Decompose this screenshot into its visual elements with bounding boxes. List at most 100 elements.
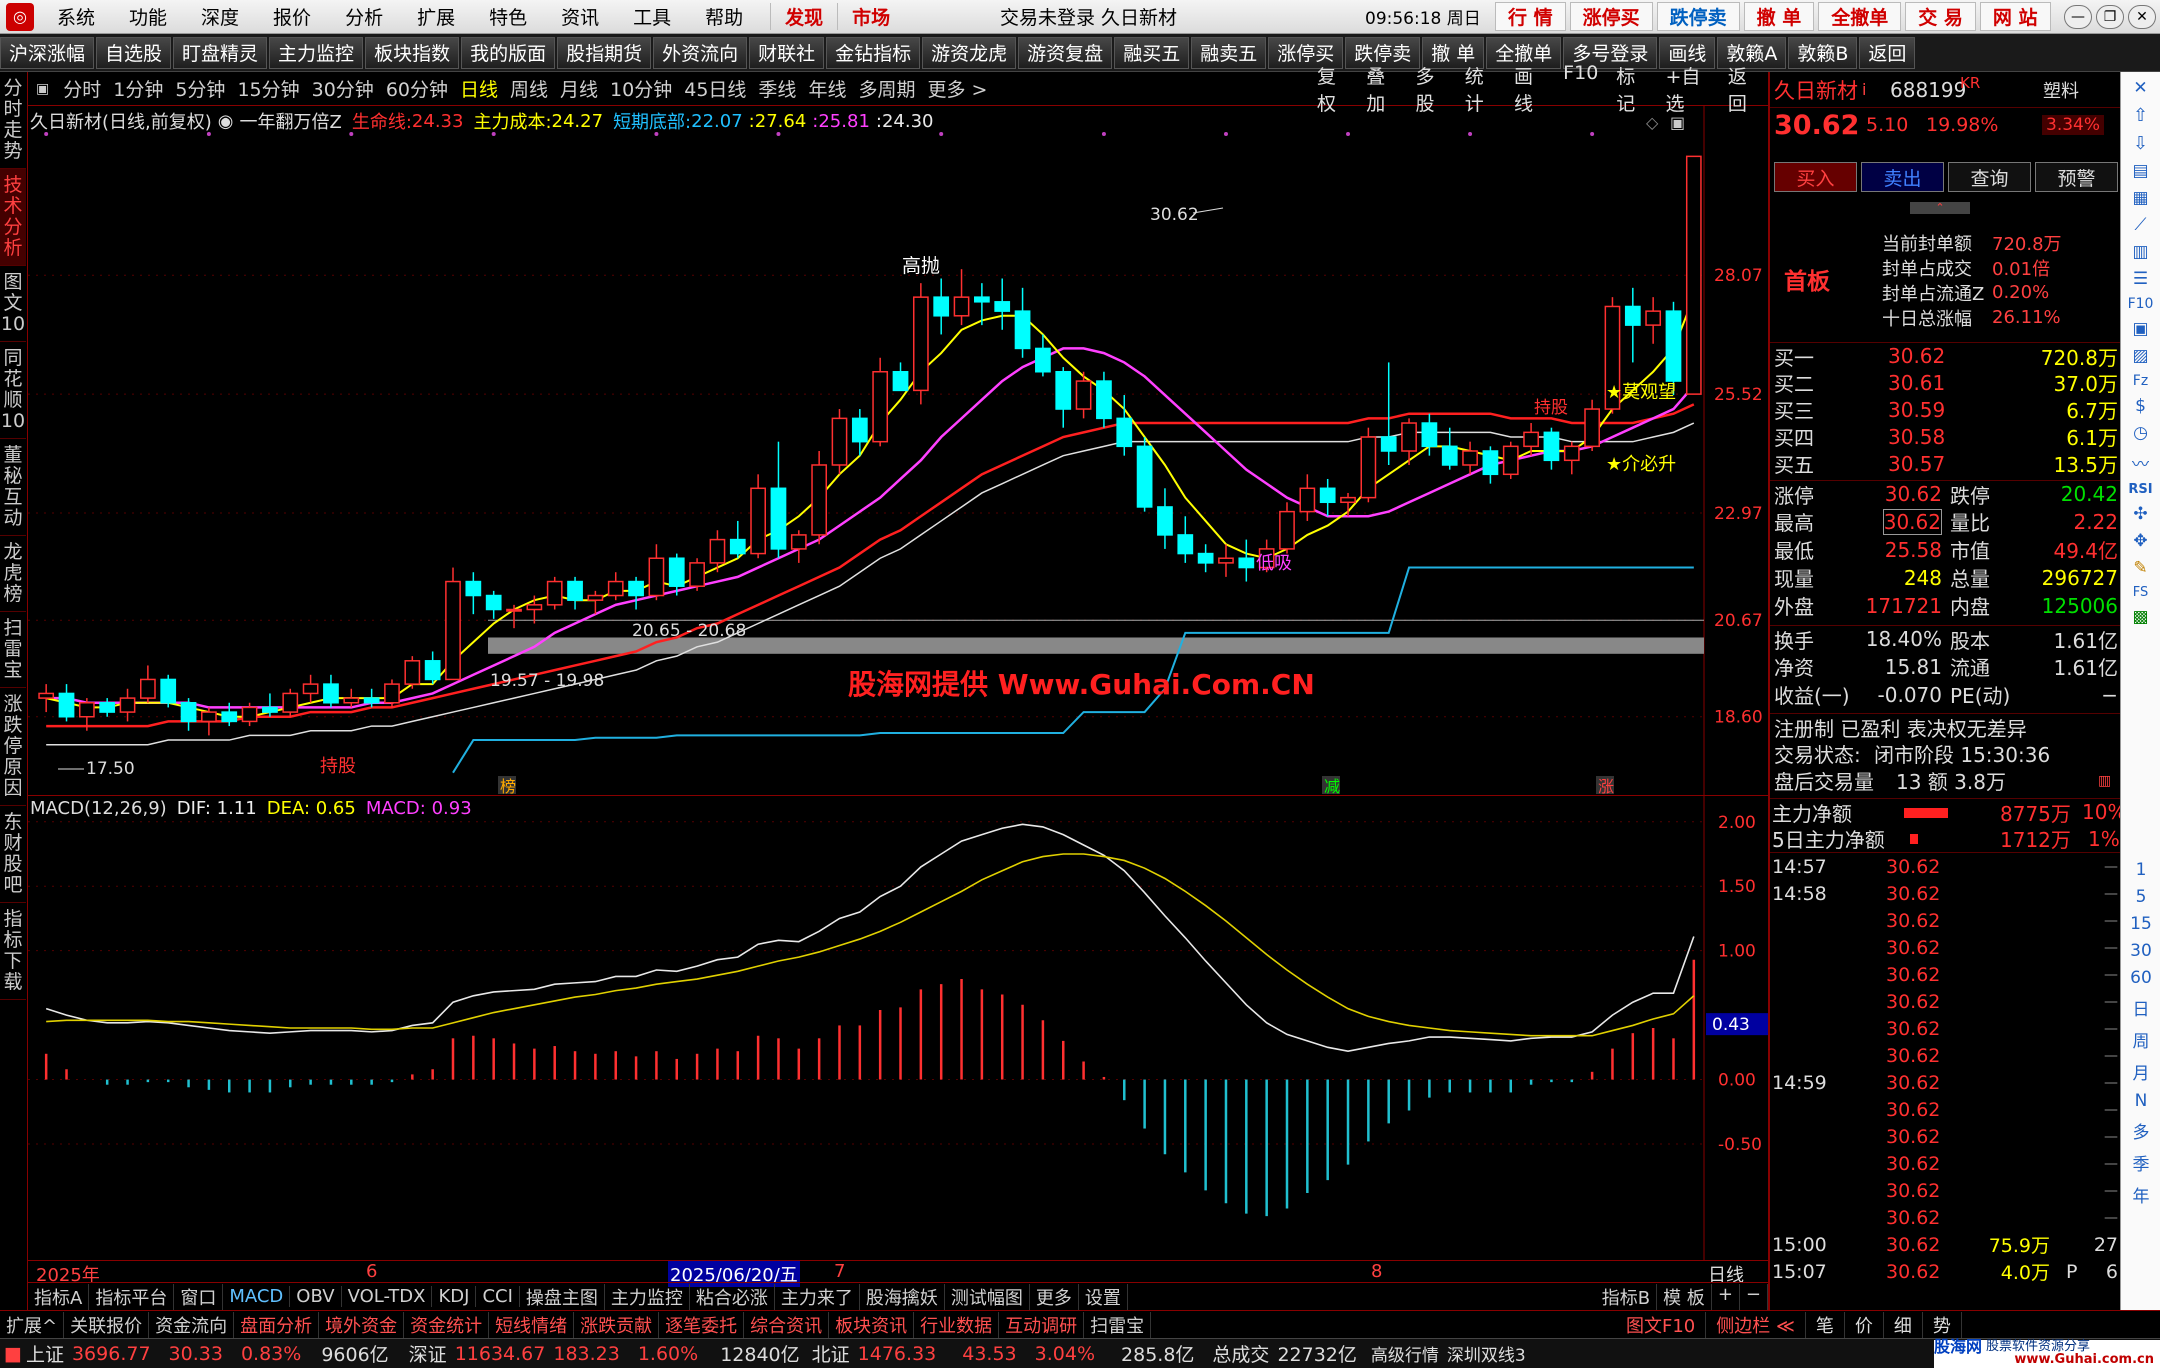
bottom-right-2[interactable]: 笔 (1806, 1311, 1845, 1338)
period-8[interactable]: 月线 (554, 75, 604, 102)
period-7[interactable]: 周线 (504, 75, 554, 102)
quote-button-0[interactable]: 买入 (1774, 162, 1857, 192)
menu-item-9[interactable]: 帮助 (688, 3, 760, 30)
side-period-6[interactable]: 周 (2133, 1027, 2150, 1052)
macd-chart[interactable]: 2.00 1.50 1.00 0.00 -0.50 0.43 (28, 796, 1768, 1260)
indicator-tab-13[interactable]: 测试幅图 (945, 1283, 1030, 1310)
indicator-right-1[interactable]: 模 板 (1657, 1283, 1712, 1310)
indicator-tab-11[interactable]: 主力来了 (775, 1283, 860, 1310)
toolbar-button-1[interactable]: 自选股 (96, 36, 172, 69)
line-label[interactable]: 深圳双线3 (1447, 1341, 1526, 1366)
toolbar-button-13[interactable]: 融卖五 (1191, 36, 1267, 69)
bottom-tab-2[interactable]: 资金流向 (149, 1311, 235, 1338)
f10-icon[interactable]: F10 (2128, 296, 2154, 312)
side-period-4[interactable]: 60 (2130, 968, 2152, 988)
bottom-tab-13[interactable]: 扫雷宝 (1084, 1311, 1152, 1338)
money-icon[interactable]: $ (2135, 396, 2146, 416)
left-tab-8[interactable]: 东财股吧 (0, 806, 26, 903)
bottom-tab-0[interactable]: 扩展^ (0, 1311, 65, 1338)
bottom-tab-5[interactable]: 资金统计 (404, 1311, 490, 1338)
indicator-toggle-icon[interactable]: ◉ (218, 111, 234, 132)
chart-icon[interactable]: ▨ (2132, 346, 2148, 366)
indicator-tab-0[interactable]: 指标A (28, 1283, 90, 1310)
toolbar-button-6[interactable]: 股指期货 (557, 36, 652, 69)
period-1[interactable]: 1分钟 (107, 75, 169, 102)
left-tab-5[interactable]: 龙虎榜 (0, 536, 26, 612)
bottom-right-0[interactable]: 图文F10 (1616, 1311, 1707, 1338)
side-period-3[interactable]: 30 (2130, 941, 2152, 961)
period-6[interactable]: 日线 (454, 75, 504, 102)
bottom-tab-12[interactable]: 互动调研 (999, 1311, 1085, 1338)
side-period-9[interactable]: 多 (2133, 1118, 2150, 1143)
table-icon[interactable]: ▣ (2132, 319, 2148, 339)
bottom-tab-10[interactable]: 板块资讯 (829, 1311, 915, 1338)
period-12[interactable]: 年线 (802, 75, 852, 102)
side-period-2[interactable]: 15 (2130, 914, 2152, 934)
bottom-tab-3[interactable]: 盘面分析 (234, 1311, 320, 1338)
period-11[interactable]: 季线 (752, 75, 802, 102)
toolbar-button-7[interactable]: 外资流向 (653, 36, 748, 69)
menu-highlight-0[interactable]: 发现 (770, 3, 837, 30)
pen-icon[interactable]: ✎ (2133, 558, 2147, 578)
indicator-tab-4[interactable]: OBV (290, 1286, 342, 1307)
side-period-1[interactable]: 5 (2136, 887, 2147, 907)
period-4[interactable]: 30分钟 (306, 75, 380, 102)
wave-icon[interactable]: 〰 (2132, 450, 2149, 475)
indicator-tab-10[interactable]: 粘合必涨 (690, 1283, 775, 1310)
left-tab-4[interactable]: 董秘互动 (0, 439, 26, 536)
indicator-right-0[interactable]: 指标B (1596, 1283, 1658, 1310)
grid-icon[interactable]: ▦ (2132, 188, 2148, 208)
rsi-icon[interactable]: RSI (2128, 482, 2152, 497)
toolbar-button-0[interactable]: 沪深涨幅 (0, 36, 95, 69)
square-icon[interactable]: ▣ (28, 81, 57, 97)
side-period-11[interactable]: 年 (2133, 1182, 2150, 1207)
close-panel-icon[interactable]: ✕ (2133, 78, 2147, 98)
menu-item-4[interactable]: 分析 (328, 3, 400, 30)
info-icon[interactable]: i (1862, 80, 1866, 99)
left-tab-6[interactable]: 扫雷宝 (0, 612, 26, 688)
bottom-right-1[interactable]: 侧边栏 ≪ (1706, 1311, 1806, 1338)
bottom-tab-7[interactable]: 涨跌贡献 (574, 1311, 660, 1338)
trade-button-0[interactable]: 行 情 (1495, 2, 1566, 31)
compass-icon[interactable]: ✣ (2133, 504, 2147, 524)
trade-button-2[interactable]: 跌停卖 (1656, 2, 1740, 31)
menu-item-3[interactable]: 报价 (256, 3, 328, 30)
quote-button-1[interactable]: 卖出 (1861, 162, 1944, 192)
trade-button-3[interactable]: 撤 单 (1743, 2, 1815, 31)
period-2[interactable]: 5分钟 (169, 75, 231, 102)
bid-row[interactable]: 买三 30.59 6.7万 (1770, 396, 2122, 424)
fz-icon[interactable]: Fz (2133, 373, 2148, 389)
left-tab-2[interactable]: 图文10 (0, 266, 26, 342)
close-icon[interactable]: ✕ (2128, 4, 2156, 29)
toolbar-button-10[interactable]: 游资龙虎 (922, 36, 1017, 69)
menu-item-6[interactable]: 特色 (472, 3, 544, 30)
bottom-tab-8[interactable]: 逐笔委托 (659, 1311, 745, 1338)
period-13[interactable]: 多周期 (852, 75, 921, 102)
quote-button-3[interactable]: 预警 (2035, 162, 2118, 192)
clock-icon[interactable]: ◷ (2133, 423, 2148, 443)
left-tab-1[interactable]: 技术分析 (0, 169, 26, 266)
indicator-tab-6[interactable]: KDJ (432, 1286, 477, 1307)
menu-item-7[interactable]: 资讯 (544, 3, 616, 30)
move-icon[interactable]: ✥ (2133, 531, 2147, 551)
bottom-tab-1[interactable]: 关联报价 (64, 1311, 150, 1338)
menu-item-8[interactable]: 工具 (616, 3, 688, 30)
indicator-tab-2[interactable]: 窗口 (174, 1283, 224, 1310)
indicator-tab-5[interactable]: VOL-TDX (342, 1286, 433, 1307)
period-9[interactable]: 10分钟 (604, 75, 678, 102)
kline-chart[interactable]: 28.07 25.52 22.97 20.67 18.60 30.62 17.50 高抛 低吸持… (28, 106, 1768, 796)
period-14[interactable]: 更多 > (921, 75, 993, 102)
indicator-tab-12[interactable]: 股海擒妖 (860, 1283, 945, 1310)
period-3[interactable]: 15分钟 (231, 75, 305, 102)
bottom-right-5[interactable]: 势 (1923, 1311, 1962, 1338)
period-0[interactable]: 分时 (57, 75, 107, 102)
trade-button-6[interactable]: 网 站 (1979, 2, 2051, 31)
bid-row[interactable]: 买四 30.58 6.1万 (1770, 423, 2122, 451)
side-period-10[interactable]: 季 (2133, 1150, 2150, 1175)
indicator-tab-15[interactable]: 设置 (1079, 1283, 1128, 1310)
collapse-icon[interactable]: ⌃ (1910, 202, 1970, 214)
menu-item-1[interactable]: 功能 (112, 3, 184, 30)
trade-button-5[interactable]: 交 易 (1905, 2, 1976, 31)
bid-row[interactable]: 买二 30.61 37.0万 (1770, 369, 2122, 397)
bottom-right-3[interactable]: 价 (1845, 1311, 1884, 1338)
